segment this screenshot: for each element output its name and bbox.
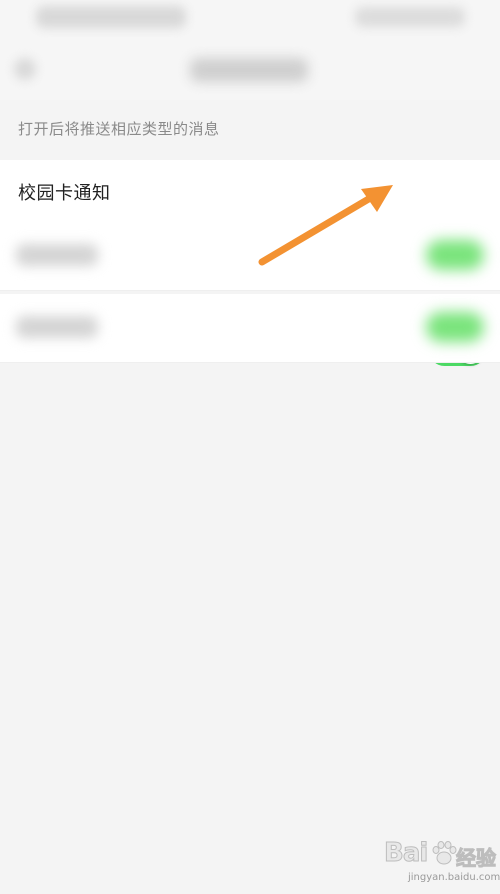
watermark-url: jingyan.baidu.com	[408, 872, 500, 883]
blurred-toggle[interactable]	[426, 240, 484, 270]
blurred-status-left	[36, 6, 186, 28]
blurred-status-right	[355, 7, 465, 27]
setting-row-label: 校园卡通知	[18, 183, 111, 204]
blurred-toggle[interactable]	[426, 312, 484, 342]
blurred-row-label	[16, 244, 98, 266]
setting-row-campus-card: 校园卡通知	[0, 160, 500, 366]
blurred-page-title	[190, 58, 308, 82]
watermark-suffix: 经验	[456, 846, 497, 871]
back-icon[interactable]	[14, 58, 36, 80]
nav-bar	[0, 38, 500, 100]
screen: 打开后将推送相应类型的消息 校园卡通知 Bai 经验 jingyan.baidu…	[0, 0, 500, 894]
watermark-brand: Bai	[383, 838, 428, 869]
setting-row-blurred	[0, 294, 500, 363]
setting-row-blurred	[0, 222, 500, 291]
baidu-jingyan-watermark: Bai 经验 jingyan.baidu.com	[383, 838, 500, 890]
paw-icon	[432, 841, 457, 865]
hint-text: 打开后将推送相应类型的消息	[18, 120, 220, 138]
blurred-row-label	[16, 316, 98, 338]
status-bar	[0, 0, 500, 38]
